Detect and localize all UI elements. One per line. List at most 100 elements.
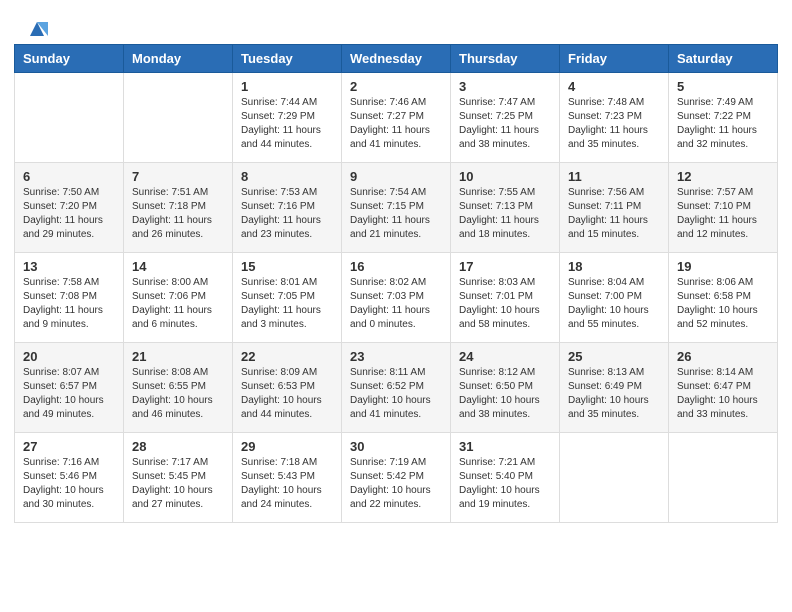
- calendar-cell: 4Sunrise: 7:48 AMSunset: 7:23 PMDaylight…: [560, 73, 669, 163]
- day-info: Sunrise: 8:12 AMSunset: 6:50 PMDaylight:…: [459, 366, 551, 422]
- day-number: 30: [350, 439, 442, 454]
- day-number: 5: [677, 79, 769, 94]
- day-info: Sunrise: 7:44 AMSunset: 7:29 PMDaylight:…: [241, 96, 333, 152]
- calendar-cell: 2Sunrise: 7:46 AMSunset: 7:27 PMDaylight…: [342, 73, 451, 163]
- day-number: 23: [350, 349, 442, 364]
- day-number: 13: [23, 259, 115, 274]
- calendar-week-row: 13 Sunrise: 7:58 AMSunset: 7:08 PMDayligh…: [15, 253, 778, 343]
- calendar-cell: 3 Sunrise: 7:47 AMSunset: 7:25 PMDaylight…: [451, 73, 560, 163]
- calendar-week-row: 20 Sunrise: 8:07 AMSunset: 6:57 PMDayligh…: [15, 343, 778, 433]
- day-info: Sunrise: 7:58 AMSunset: 7:08 PMDaylight:…: [23, 276, 115, 332]
- weekday-header: Sunday: [15, 45, 124, 73]
- calendar-cell: 21 Sunrise: 8:08 AMSunset: 6:55 PMDayligh…: [124, 343, 233, 433]
- calendar-cell: 16 Sunrise: 8:02 AMSunset: 7:03 PMDayligh…: [342, 253, 451, 343]
- calendar-cell: 23 Sunrise: 8:11 AMSunset: 6:52 PMDayligh…: [342, 343, 451, 433]
- logo: [24, 18, 48, 36]
- day-info: Sunrise: 8:03 AMSunset: 7:01 PMDaylight:…: [459, 276, 551, 332]
- day-number: 26: [677, 349, 769, 364]
- calendar-cell: 18 Sunrise: 8:04 AMSunset: 7:00 PMDayligh…: [560, 253, 669, 343]
- calendar-cell: 8Sunrise: 7:53 AMSunset: 7:16 PMDaylight…: [233, 163, 342, 253]
- calendar-cell: 17Sunrise: 8:03 AMSunset: 7:01 PMDayligh…: [451, 253, 560, 343]
- calendar-cell: 6 Sunrise: 7:50 AMSunset: 7:20 PMDaylight…: [15, 163, 124, 253]
- day-info: Sunrise: 7:19 AMSunset: 5:42 PMDaylight:…: [350, 456, 442, 512]
- day-info: Sunrise: 7:21 AMSunset: 5:40 PMDaylight:…: [459, 456, 551, 512]
- weekday-header: Tuesday: [233, 45, 342, 73]
- calendar-week-row: 6 Sunrise: 7:50 AMSunset: 7:20 PMDaylight…: [15, 163, 778, 253]
- day-number: 16: [350, 259, 442, 274]
- page-header: [0, 0, 792, 44]
- day-info: Sunrise: 7:47 AMSunset: 7:25 PMDaylight:…: [459, 96, 551, 152]
- day-info: Sunrise: 8:14 AMSunset: 6:47 PMDaylight:…: [677, 366, 769, 422]
- day-number: 14: [132, 259, 224, 274]
- day-number: 10: [459, 169, 551, 184]
- day-number: 20: [23, 349, 115, 364]
- calendar-cell: 12 Sunrise: 7:57 AMSunset: 7:10 PMDayligh…: [669, 163, 778, 253]
- day-info: Sunrise: 8:13 AMSunset: 6:49 PMDaylight:…: [568, 366, 660, 422]
- calendar-week-row: 27Sunrise: 7:16 AMSunset: 5:46 PMDayligh…: [15, 433, 778, 523]
- day-number: 3: [459, 79, 551, 94]
- weekday-header: Thursday: [451, 45, 560, 73]
- day-info: Sunrise: 8:01 AMSunset: 7:05 PMDaylight:…: [241, 276, 333, 332]
- day-info: Sunrise: 7:18 AMSunset: 5:43 PMDaylight:…: [241, 456, 333, 512]
- day-number: 19: [677, 259, 769, 274]
- day-number: 8: [241, 169, 333, 184]
- day-info: Sunrise: 7:57 AMSunset: 7:10 PMDaylight:…: [677, 186, 769, 242]
- day-number: 6: [23, 169, 115, 184]
- day-info: Sunrise: 8:06 AMSunset: 6:58 PMDaylight:…: [677, 276, 769, 332]
- calendar-cell: 11Sunrise: 7:56 AMSunset: 7:11 PMDayligh…: [560, 163, 669, 253]
- calendar-header-row: SundayMondayTuesdayWednesdayThursdayFrid…: [15, 45, 778, 73]
- weekday-header: Wednesday: [342, 45, 451, 73]
- calendar-cell: [560, 433, 669, 523]
- day-info: Sunrise: 7:48 AMSunset: 7:23 PMDaylight:…: [568, 96, 660, 152]
- day-number: 7: [132, 169, 224, 184]
- day-info: Sunrise: 7:54 AMSunset: 7:15 PMDaylight:…: [350, 186, 442, 242]
- day-number: 31: [459, 439, 551, 454]
- calendar-cell: 24 Sunrise: 8:12 AMSunset: 6:50 PMDayligh…: [451, 343, 560, 433]
- day-info: Sunrise: 8:08 AMSunset: 6:55 PMDaylight:…: [132, 366, 224, 422]
- day-number: 22: [241, 349, 333, 364]
- calendar-cell: 13 Sunrise: 7:58 AMSunset: 7:08 PMDayligh…: [15, 253, 124, 343]
- day-info: Sunrise: 7:46 AMSunset: 7:27 PMDaylight:…: [350, 96, 442, 152]
- calendar-cell: 20 Sunrise: 8:07 AMSunset: 6:57 PMDayligh…: [15, 343, 124, 433]
- calendar-container: SundayMondayTuesdayWednesdayThursdayFrid…: [0, 44, 792, 537]
- calendar-cell: 7Sunrise: 7:51 AMSunset: 7:18 PMDaylight…: [124, 163, 233, 253]
- calendar-cell: 15 Sunrise: 8:01 AMSunset: 7:05 PMDayligh…: [233, 253, 342, 343]
- day-number: 25: [568, 349, 660, 364]
- calendar-cell: 31 Sunrise: 7:21 AMSunset: 5:40 PMDayligh…: [451, 433, 560, 523]
- day-info: Sunrise: 8:04 AMSunset: 7:00 PMDaylight:…: [568, 276, 660, 332]
- day-number: 1: [241, 79, 333, 94]
- calendar-cell: 30 Sunrise: 7:19 AMSunset: 5:42 PMDayligh…: [342, 433, 451, 523]
- calendar-cell: 1 Sunrise: 7:44 AMSunset: 7:29 PMDaylight…: [233, 73, 342, 163]
- day-info: Sunrise: 7:50 AMSunset: 7:20 PMDaylight:…: [23, 186, 115, 242]
- day-info: Sunrise: 8:02 AMSunset: 7:03 PMDaylight:…: [350, 276, 442, 332]
- day-number: 15: [241, 259, 333, 274]
- day-info: Sunrise: 8:11 AMSunset: 6:52 PMDaylight:…: [350, 366, 442, 422]
- day-number: 9: [350, 169, 442, 184]
- calendar-cell: 19 Sunrise: 8:06 AMSunset: 6:58 PMDayligh…: [669, 253, 778, 343]
- calendar-week-row: 1 Sunrise: 7:44 AMSunset: 7:29 PMDaylight…: [15, 73, 778, 163]
- day-number: 28: [132, 439, 224, 454]
- day-info: Sunrise: 8:00 AMSunset: 7:06 PMDaylight:…: [132, 276, 224, 332]
- day-info: Sunrise: 7:49 AMSunset: 7:22 PMDaylight:…: [677, 96, 769, 152]
- calendar-cell: [15, 73, 124, 163]
- calendar-cell: 28 Sunrise: 7:17 AMSunset: 5:45 PMDayligh…: [124, 433, 233, 523]
- day-number: 18: [568, 259, 660, 274]
- weekday-header: Monday: [124, 45, 233, 73]
- day-info: Sunrise: 8:07 AMSunset: 6:57 PMDaylight:…: [23, 366, 115, 422]
- calendar-cell: 9 Sunrise: 7:54 AMSunset: 7:15 PMDaylight…: [342, 163, 451, 253]
- day-info: Sunrise: 7:56 AMSunset: 7:11 PMDaylight:…: [568, 186, 660, 242]
- calendar-cell: 27Sunrise: 7:16 AMSunset: 5:46 PMDayligh…: [15, 433, 124, 523]
- day-number: 21: [132, 349, 224, 364]
- logo-icon: [26, 18, 48, 40]
- calendar-cell: [669, 433, 778, 523]
- day-number: 24: [459, 349, 551, 364]
- day-number: 12: [677, 169, 769, 184]
- day-info: Sunrise: 7:17 AMSunset: 5:45 PMDaylight:…: [132, 456, 224, 512]
- calendar-table: SundayMondayTuesdayWednesdayThursdayFrid…: [14, 44, 778, 523]
- calendar-cell: 10Sunrise: 7:55 AMSunset: 7:13 PMDayligh…: [451, 163, 560, 253]
- day-number: 29: [241, 439, 333, 454]
- weekday-header: Friday: [560, 45, 669, 73]
- calendar-cell: [124, 73, 233, 163]
- day-info: Sunrise: 7:16 AMSunset: 5:46 PMDaylight:…: [23, 456, 115, 512]
- calendar-cell: 26 Sunrise: 8:14 AMSunset: 6:47 PMDayligh…: [669, 343, 778, 433]
